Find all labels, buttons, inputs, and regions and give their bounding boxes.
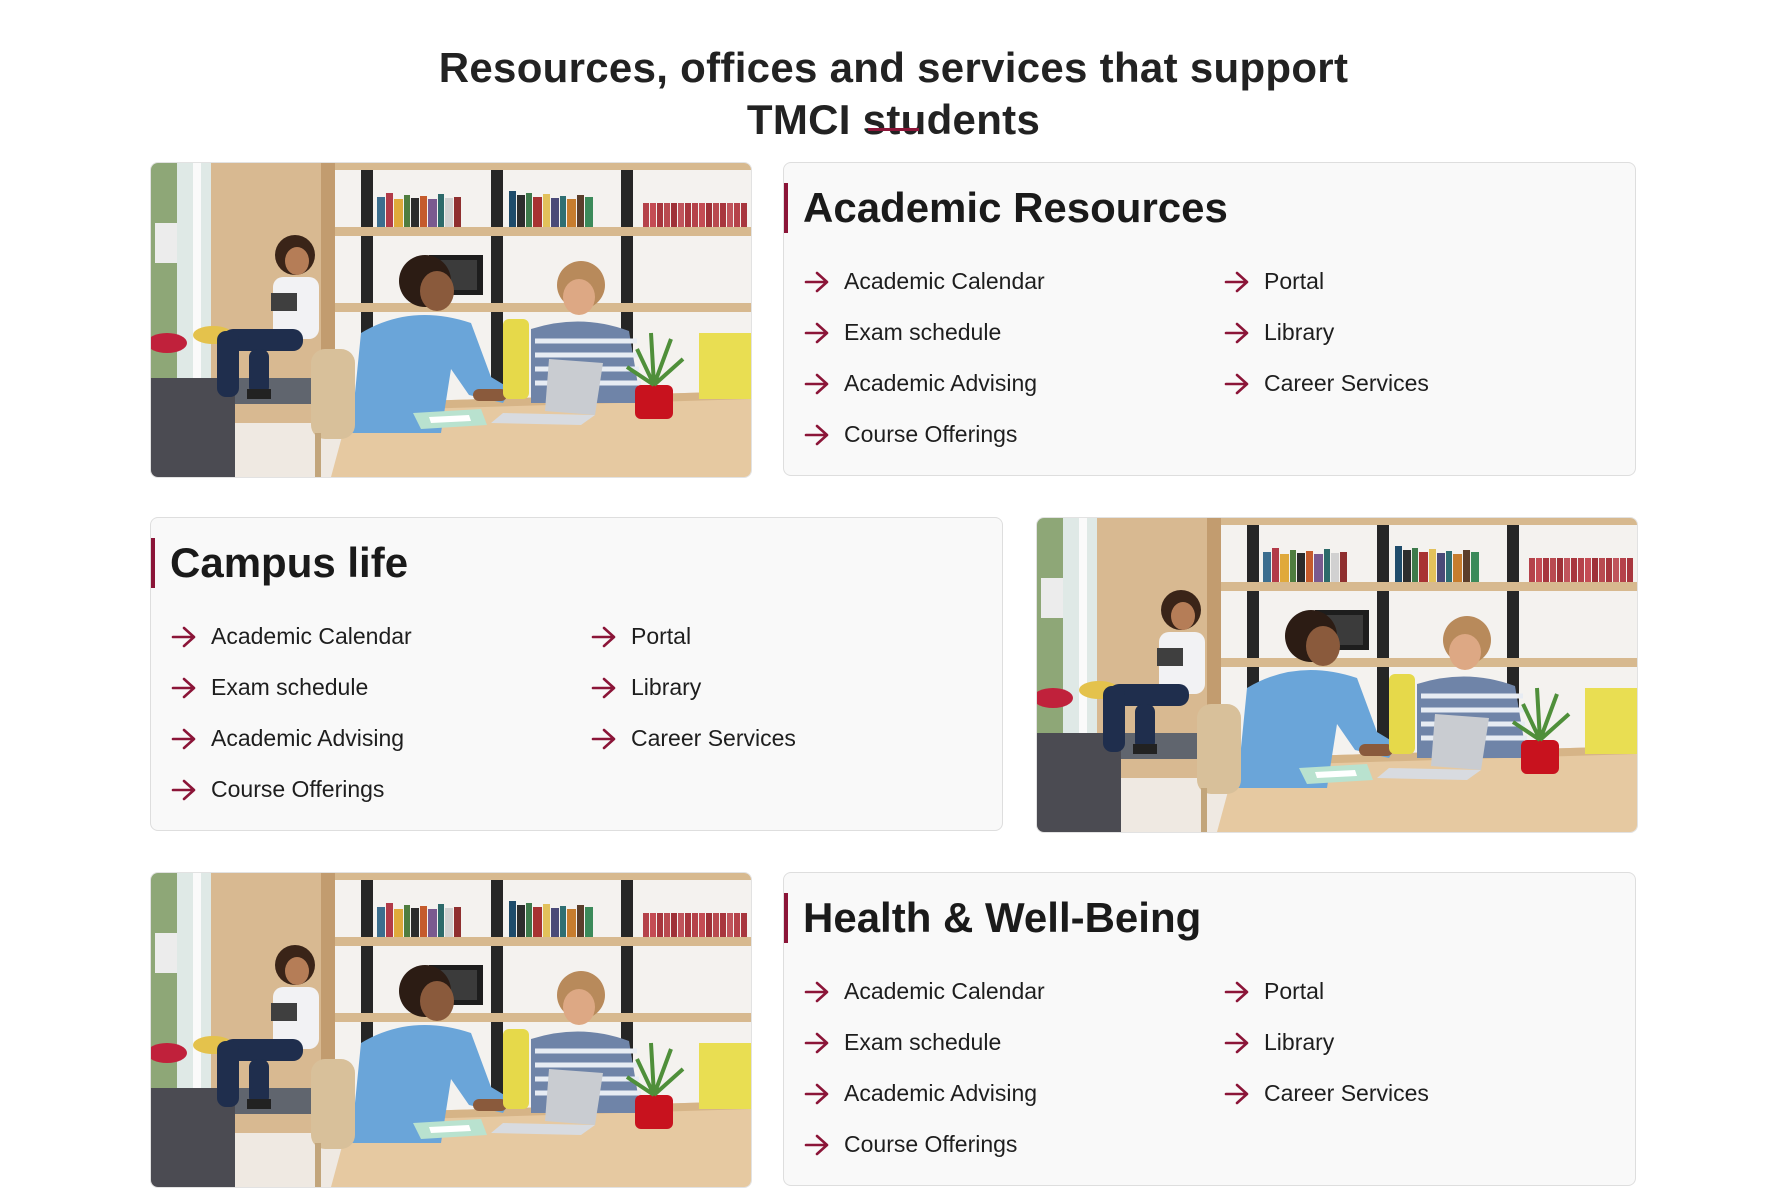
link-label: Portal bbox=[1264, 268, 1325, 294]
link-label: Library bbox=[631, 674, 702, 700]
link-academic-advising[interactable]: Academic Advising bbox=[171, 713, 412, 764]
link-label: Exam schedule bbox=[844, 1029, 1002, 1055]
section-title: Campus life bbox=[170, 539, 409, 586]
arrow-right-icon bbox=[804, 1083, 830, 1105]
link-list-left: Academic Calendar Exam schedule Academic… bbox=[804, 966, 1045, 1170]
link-course-offerings[interactable]: Course Offerings bbox=[804, 409, 1045, 460]
link-course-offerings[interactable]: Course Offerings bbox=[171, 764, 412, 815]
link-list-left: Academic Calendar Exam schedule Academic… bbox=[171, 611, 412, 815]
link-label: Course Offerings bbox=[844, 421, 1018, 447]
link-portal[interactable]: Portal bbox=[1224, 966, 1429, 1017]
link-label: Library bbox=[1264, 1029, 1335, 1055]
link-career-services[interactable]: Career Services bbox=[591, 713, 796, 764]
link-academic-calendar[interactable]: Academic Calendar bbox=[171, 611, 412, 662]
arrow-right-icon bbox=[804, 322, 830, 344]
link-portal[interactable]: Portal bbox=[591, 611, 796, 662]
link-career-services[interactable]: Career Services bbox=[1224, 1068, 1429, 1119]
arrow-right-icon bbox=[804, 373, 830, 395]
link-label: Portal bbox=[631, 623, 692, 649]
link-label: Exam schedule bbox=[844, 319, 1002, 345]
arrow-right-icon bbox=[804, 1032, 830, 1054]
section-title: Academic Resources bbox=[803, 184, 1228, 231]
link-label: Academic Calendar bbox=[844, 978, 1045, 1004]
arrow-right-icon bbox=[1224, 1083, 1250, 1105]
section-2-photo bbox=[1036, 517, 1638, 833]
link-label: Portal bbox=[1264, 978, 1325, 1004]
link-exam-schedule[interactable]: Exam schedule bbox=[804, 1017, 1045, 1068]
arrow-right-icon bbox=[804, 271, 830, 293]
link-label: Career Services bbox=[1264, 370, 1429, 396]
link-exam-schedule[interactable]: Exam schedule bbox=[171, 662, 412, 713]
link-list-right: Portal Library Career Services bbox=[1224, 966, 1429, 1119]
arrow-right-icon bbox=[804, 424, 830, 446]
link-career-services[interactable]: Career Services bbox=[1224, 358, 1429, 409]
arrow-right-icon bbox=[591, 677, 617, 699]
link-academic-advising[interactable]: Academic Advising bbox=[804, 358, 1045, 409]
arrow-right-icon bbox=[1224, 322, 1250, 344]
link-label: Career Services bbox=[1264, 1080, 1429, 1106]
link-exam-schedule[interactable]: Exam schedule bbox=[804, 307, 1045, 358]
section-3-photo bbox=[150, 872, 752, 1188]
page-title-line-2: TMCI students bbox=[746, 96, 1041, 144]
section-card-campus-life: Campus life Academic Calendar Exam sched… bbox=[150, 517, 1003, 831]
link-label: Academic Calendar bbox=[844, 268, 1045, 294]
arrow-right-icon bbox=[591, 728, 617, 750]
students-in-library-photo bbox=[151, 873, 751, 1187]
link-list-left: Academic Calendar Exam schedule Academic… bbox=[804, 256, 1045, 460]
arrow-right-icon bbox=[171, 626, 197, 648]
arrow-right-icon bbox=[1224, 373, 1250, 395]
arrow-right-icon bbox=[171, 728, 197, 750]
link-label: Course Offerings bbox=[844, 1131, 1018, 1157]
section-title: Health & Well-Being bbox=[803, 894, 1202, 941]
link-list-right: Portal Library Career Services bbox=[1224, 256, 1429, 409]
link-label: Library bbox=[1264, 319, 1335, 345]
arrow-right-icon bbox=[171, 779, 197, 801]
link-label: Career Services bbox=[631, 725, 796, 751]
link-label: Academic Advising bbox=[844, 370, 1038, 396]
card-accent-bar bbox=[151, 538, 155, 588]
arrow-right-icon bbox=[1224, 271, 1250, 293]
card-accent-bar bbox=[784, 183, 788, 233]
link-portal[interactable]: Portal bbox=[1224, 256, 1429, 307]
arrow-right-icon bbox=[1224, 981, 1250, 1003]
arrow-right-icon bbox=[171, 677, 197, 699]
title-underline-divider bbox=[868, 128, 919, 131]
arrow-right-icon bbox=[804, 1134, 830, 1156]
section-1-photo bbox=[150, 162, 752, 478]
students-in-library-photo bbox=[1037, 518, 1637, 832]
link-list-right: Portal Library Career Services bbox=[591, 611, 796, 764]
arrow-right-icon bbox=[591, 626, 617, 648]
link-academic-calendar[interactable]: Academic Calendar bbox=[804, 966, 1045, 1017]
link-label: Exam schedule bbox=[211, 674, 369, 700]
link-library[interactable]: Library bbox=[1224, 307, 1429, 358]
link-course-offerings[interactable]: Course Offerings bbox=[804, 1119, 1045, 1170]
link-library[interactable]: Library bbox=[591, 662, 796, 713]
link-label: Academic Advising bbox=[211, 725, 405, 751]
link-academic-advising[interactable]: Academic Advising bbox=[804, 1068, 1045, 1119]
card-accent-bar bbox=[784, 893, 788, 943]
link-label: Course Offerings bbox=[211, 776, 385, 802]
link-library[interactable]: Library bbox=[1224, 1017, 1429, 1068]
arrow-right-icon bbox=[804, 981, 830, 1003]
section-card-academic-resources: Academic Resources Academic Calendar Exa… bbox=[783, 162, 1636, 476]
arrow-right-icon bbox=[1224, 1032, 1250, 1054]
section-card-health-well-being: Health & Well-Being Academic Calendar Ex… bbox=[783, 872, 1636, 1186]
link-academic-calendar[interactable]: Academic Calendar bbox=[804, 256, 1045, 307]
link-label: Academic Advising bbox=[844, 1080, 1038, 1106]
page-title-line-1: Resources, offices and services that sup… bbox=[438, 44, 1349, 92]
students-in-library-photo bbox=[151, 163, 751, 477]
link-label: Academic Calendar bbox=[211, 623, 412, 649]
